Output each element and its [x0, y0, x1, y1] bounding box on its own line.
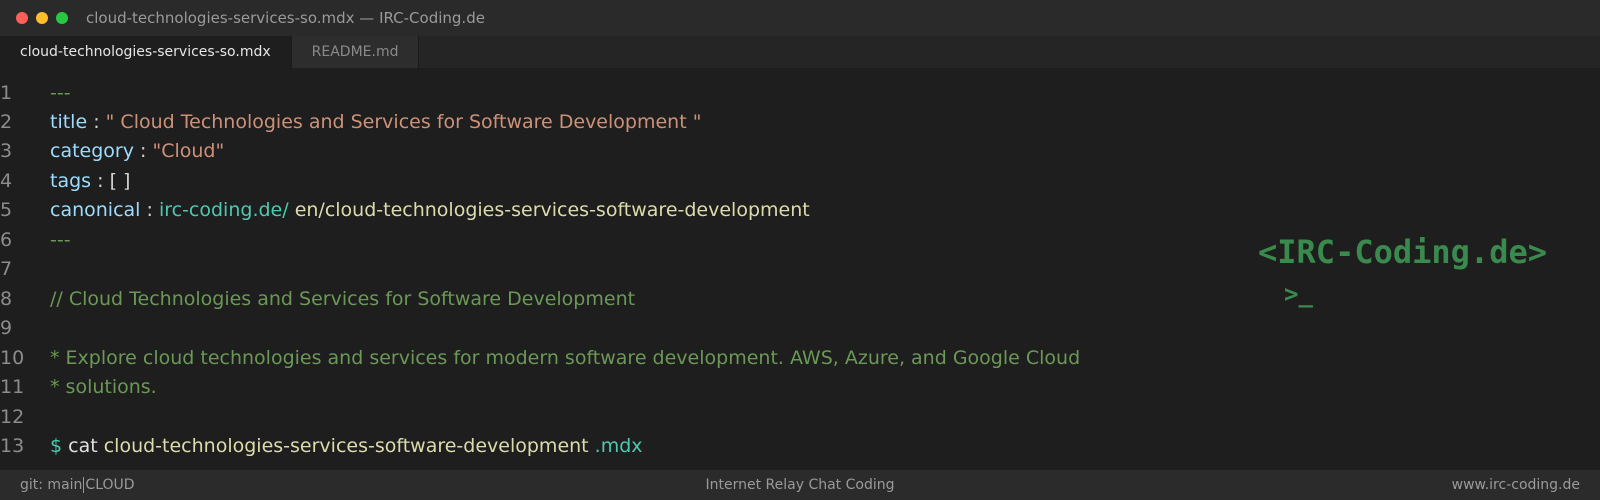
canonical-domain[interactable]: irc-coding.de/ [159, 199, 289, 221]
maximize-window-button[interactable] [56, 12, 68, 24]
code-line: 8 // Cloud Technologies and Services for… [0, 284, 1600, 314]
code-line: 12 [0, 402, 1600, 432]
terminal-prompt-icon: >_ [1284, 280, 1313, 308]
tab-bar: cloud-technologies-services-so.mdx READM… [0, 36, 1600, 68]
editor-window: cloud-technologies-services-so.mdx — IRC… [0, 0, 1600, 500]
code-line: 11 * solutions. [0, 372, 1600, 402]
line-number: 6 [0, 229, 13, 251]
category-value: "Cloud" [152, 140, 225, 162]
colon: : [97, 170, 104, 192]
minimize-window-button[interactable] [36, 12, 48, 24]
status-bar: git: main CLOUD Internet Relay Chat Codin… [0, 470, 1600, 500]
code-line: 4 tags : [ ] [0, 166, 1600, 196]
canonical-key: canonical [50, 199, 141, 221]
title-key: title [50, 111, 88, 133]
frontmatter-delimiter: --- [50, 229, 71, 251]
code-line: 10 * Explore cloud technologies and serv… [0, 343, 1600, 373]
tags-key: tags [50, 170, 92, 192]
line-number: 1 [0, 82, 13, 104]
line-number: 3 [0, 140, 13, 162]
line-number: 8 [0, 288, 13, 310]
line-number: 2 [0, 111, 13, 133]
line-number: 10 [0, 347, 25, 369]
window-title: cloud-technologies-services-so.mdx — IRC… [86, 9, 485, 27]
line-number: 11 [0, 376, 25, 398]
line-number: 13 [0, 435, 25, 457]
command: cat [68, 435, 98, 457]
colon: : [93, 111, 100, 133]
tab-cloud-technologies-mdx[interactable]: cloud-technologies-services-so.mdx [0, 36, 292, 68]
code-line: 13 $ cat cloud-technologies-services-sof… [0, 431, 1600, 461]
title-bar: cloud-technologies-services-so.mdx — IRC… [0, 0, 1600, 36]
line-number: 4 [0, 170, 13, 192]
tags-value: [ ] [109, 170, 131, 192]
line-number: 12 [0, 406, 25, 428]
status-website[interactable]: www.irc-coding.de [1452, 470, 1580, 500]
prompt-symbol: $ [50, 435, 63, 457]
description-line: * Explore cloud technologies and service… [50, 347, 1081, 369]
close-window-button[interactable] [16, 12, 28, 24]
line-number: 7 [0, 258, 13, 280]
irc-coding-logo: <IRC-Coding.de> [1258, 233, 1547, 271]
command-arg: cloud-technologies-services-software-dev… [103, 435, 589, 457]
code-line: 5 canonical : irc-coding.de/ en/cloud-te… [0, 195, 1600, 225]
frontmatter-delimiter: --- [50, 82, 71, 104]
code-line: 1 --- [0, 78, 1600, 108]
category-key: category [50, 140, 134, 162]
status-center: Internet Relay Chat Coding [705, 477, 895, 493]
line-number: 5 [0, 199, 13, 221]
command-ext: .mdx [594, 435, 643, 457]
colon: : [146, 199, 153, 221]
colon: : [140, 140, 147, 162]
code-line: 9 [0, 313, 1600, 343]
title-value: " Cloud Technologies and Services for So… [105, 111, 702, 133]
window-controls [16, 12, 68, 24]
description-line: * solutions. [50, 376, 157, 398]
code-line: 3 category : "Cloud" [0, 136, 1600, 166]
tab-readme[interactable]: README.md [291, 36, 420, 68]
line-number: 9 [0, 317, 13, 339]
canonical-path: en/cloud-technologies-services-software-… [294, 199, 810, 221]
code-line: 2 title : " Cloud Technologies and Servi… [0, 107, 1600, 137]
comment-heading: // Cloud Technologies and Services for S… [50, 288, 636, 310]
